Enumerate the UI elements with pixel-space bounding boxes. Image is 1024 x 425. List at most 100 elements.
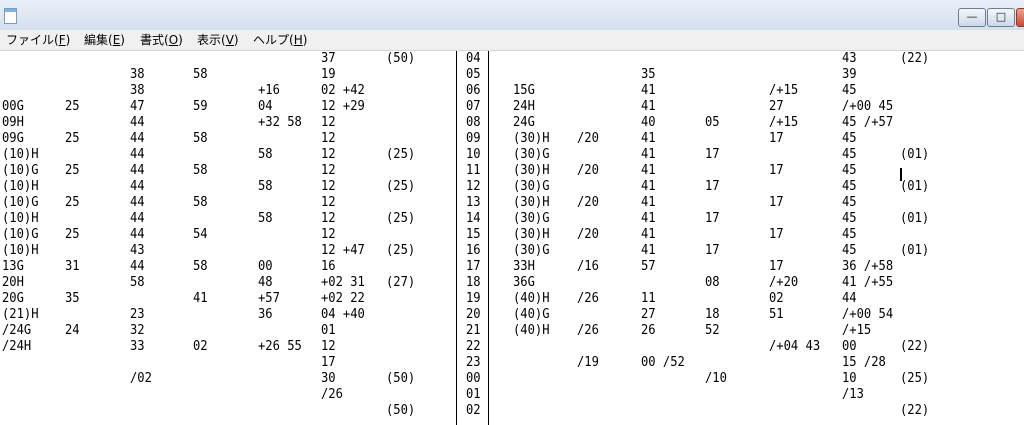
- text-cell: [900, 291, 929, 307]
- right-col-7: (22) (01) (01) (01) (01) (22) (25) (22): [900, 51, 932, 419]
- text-cell: 24: [65, 323, 80, 338]
- text-cell: 44: [130, 131, 145, 146]
- text-cell: (10)H: [2, 211, 39, 226]
- text-cell: 09: [466, 131, 481, 146]
- text-cell: (10)G: [2, 227, 39, 242]
- title-bar: — □ ✕: [0, 0, 1024, 31]
- text-cell: 20H: [2, 275, 24, 290]
- text-cell: [193, 179, 208, 195]
- text-cell: 09G: [2, 131, 24, 146]
- minimize-button[interactable]: —: [958, 8, 986, 27]
- text-cell: 41: [641, 131, 656, 146]
- left-col-2: 25 25 25 25 25 31 35 24: [65, 51, 81, 419]
- text-cell: 17: [769, 259, 784, 274]
- text-cell: 12: [321, 227, 336, 242]
- text-cell: 45 /+57: [842, 115, 894, 130]
- text-cell: [386, 259, 415, 275]
- text-cell: [641, 275, 685, 291]
- menu-edit[interactable]: 編集(E): [84, 32, 125, 48]
- text-cell: 40: [641, 115, 656, 130]
- text-cell: (01): [900, 179, 930, 194]
- text-cell: [900, 275, 929, 291]
- text-cursor: [900, 168, 902, 181]
- menu-format[interactable]: 書式(O): [140, 32, 183, 48]
- text-editor-area[interactable]: 00G 09H 09G (10)H (10)G (10)H (10)G (10)H (10)G(…: [0, 51, 1024, 425]
- text-cell: [641, 403, 685, 419]
- right-col-1: 15G 24H 24G (30)H (30)G (30)H (30)G (30)H (30)G(…: [513, 51, 553, 419]
- text-cell: [193, 403, 208, 419]
- text-cell: 18: [466, 275, 481, 290]
- text-cell: [705, 291, 727, 307]
- text-cell: [900, 355, 929, 371]
- text-cell: 15G: [513, 83, 535, 98]
- text-cell: [769, 179, 820, 195]
- text-cell: /+15: [769, 115, 799, 130]
- text-cell: [900, 131, 929, 147]
- text-cell: (50): [386, 403, 416, 418]
- text-cell: [900, 387, 929, 403]
- text-cell: [577, 403, 599, 419]
- text-cell: 58: [130, 275, 145, 290]
- text-cell: [577, 307, 599, 323]
- text-cell: +32 58: [258, 115, 302, 130]
- maximize-button[interactable]: □: [987, 8, 1015, 27]
- text-cell: 10: [466, 147, 481, 162]
- text-cell: (10)G: [2, 163, 39, 178]
- text-cell: (25): [386, 211, 416, 226]
- text-cell: [705, 259, 727, 275]
- text-cell: [65, 147, 80, 163]
- text-cell: 11: [466, 163, 481, 178]
- text-cell: 00: [466, 371, 481, 386]
- text-cell: 12: [321, 115, 336, 130]
- text-cell: [258, 163, 302, 179]
- text-cell: [65, 83, 80, 99]
- text-cell: 45: [842, 227, 857, 242]
- text-cell: [577, 211, 599, 227]
- text-cell: [258, 131, 302, 147]
- text-cell: 17: [705, 179, 720, 194]
- menu-view[interactable]: 表示(V): [197, 32, 239, 48]
- menu-file[interactable]: ファイル(F): [6, 32, 70, 48]
- text-cell: +02 22: [321, 291, 365, 306]
- text-cell: [193, 211, 208, 227]
- text-cell: (22): [900, 403, 930, 418]
- notepad-app-icon[interactable]: [4, 8, 17, 24]
- text-cell: 16: [321, 259, 336, 274]
- text-cell: [258, 243, 302, 259]
- text-cell: (01): [900, 243, 930, 258]
- text-cell: 15: [466, 227, 481, 242]
- text-cell: [577, 339, 599, 355]
- text-cell: [130, 51, 152, 67]
- text-cell: 19: [466, 291, 481, 306]
- text-cell: [577, 83, 599, 99]
- text-cell: 31: [65, 259, 80, 274]
- text-cell: [900, 307, 929, 323]
- text-cell: [258, 67, 302, 83]
- text-cell: 44: [130, 147, 145, 162]
- close-button[interactable]: ✕: [1016, 8, 1024, 27]
- text-cell: [577, 67, 599, 83]
- text-cell: 12: [321, 131, 336, 146]
- text-cell: 00: [258, 259, 273, 274]
- text-cell: [386, 227, 415, 243]
- text-cell: [641, 51, 685, 67]
- text-cell: [2, 371, 39, 387]
- text-cell: 12: [321, 339, 336, 354]
- text-cell: 17: [705, 211, 720, 226]
- text-cell: 04: [258, 99, 273, 114]
- text-cell: 37: [321, 51, 336, 66]
- left-col-7: (50) (25) (25) (25) (25) (27) (50) (50): [386, 51, 418, 419]
- text-cell: 07: [466, 99, 481, 114]
- text-cell: 44: [130, 115, 145, 130]
- text-cell: 58: [258, 147, 273, 162]
- text-cell: [577, 115, 599, 131]
- text-cell: /26: [321, 387, 343, 402]
- menu-help[interactable]: ヘルプ(H): [253, 32, 307, 48]
- text-cell: /24G: [2, 323, 32, 338]
- text-cell: 44: [130, 259, 145, 274]
- text-cell: [386, 163, 415, 179]
- text-cell: (40)H: [513, 323, 550, 338]
- left-col-6: 37 19 02 +42 12 +29 12 12 12 12 12 12 12 12 12 +47 16…: [321, 51, 369, 419]
- text-cell: 35: [65, 291, 80, 306]
- text-cell: [386, 131, 415, 147]
